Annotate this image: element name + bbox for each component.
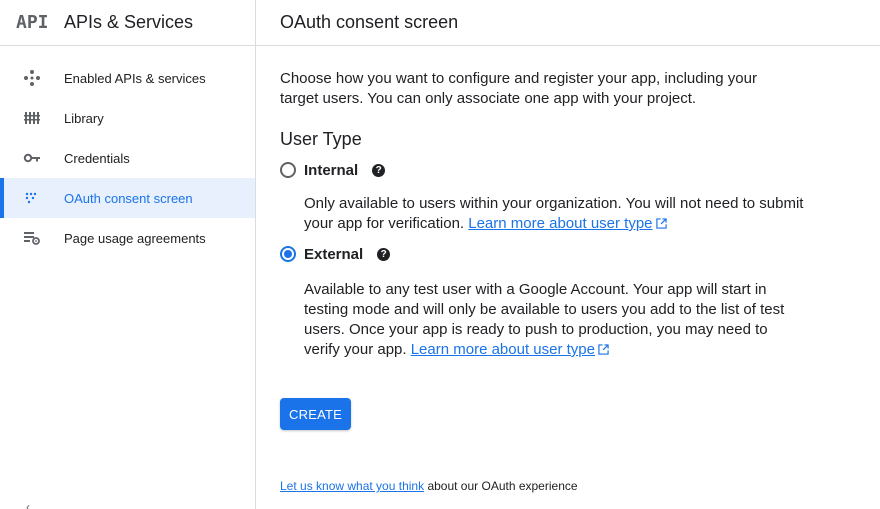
api-logo: API	[16, 12, 49, 33]
sidebar-item-label: Library	[64, 110, 104, 126]
option-internal: Internal ?	[280, 158, 880, 182]
sidebar-title: APIs & Services	[64, 12, 194, 32]
feedback-line: Let us know what you think about our OAu…	[280, 479, 880, 493]
create-button[interactable]: CREATE	[280, 398, 351, 430]
diamond-dots-icon	[23, 69, 41, 87]
sidebar: API APIs & Services Enabled APIs & servi…	[0, 0, 256, 509]
option-external: External ?	[280, 242, 880, 266]
internal-radio[interactable]	[280, 162, 296, 178]
sidebar-item-page-usage[interactable]: Page usage agreements	[0, 218, 255, 258]
internal-description: Only available to users within your orga…	[304, 194, 804, 234]
consent-dots-icon	[23, 189, 41, 207]
sidebar-item-label: Enabled APIs & services	[64, 70, 206, 86]
main-content: Choose how you want to configure and reg…	[256, 69, 880, 493]
sidebar-item-enabled-apis[interactable]: Enabled APIs & services	[0, 58, 255, 98]
internal-label[interactable]: Internal	[304, 162, 358, 179]
feedback-link[interactable]: Let us know what you think	[280, 479, 424, 493]
help-icon[interactable]: ?	[377, 247, 391, 261]
external-link-icon	[655, 218, 667, 229]
intro-text: Choose how you want to configure and reg…	[280, 70, 757, 107]
settings-list-icon	[23, 229, 41, 247]
external-link-icon	[598, 344, 609, 355]
help-icon[interactable]: ?	[372, 163, 386, 177]
learn-more-link[interactable]: Learn more about user type	[411, 341, 595, 358]
sidebar-item-label: Page usage agreements	[64, 230, 206, 246]
collapse-sidebar-icon[interactable]: ‹	[26, 500, 30, 509]
sidebar-nav: Enabled APIs & services Library Credenti…	[0, 46, 255, 258]
external-label[interactable]: External	[304, 246, 363, 263]
external-radio[interactable]	[280, 246, 296, 262]
feedback-text: about our OAuth experience	[427, 479, 578, 493]
library-icon	[23, 109, 41, 127]
sidebar-item-library[interactable]: Library	[0, 98, 255, 138]
main-panel: OAuth consent screen Choose how you want…	[256, 0, 880, 509]
sidebar-item-label: Credentials	[64, 150, 130, 166]
external-description: Available to any test user with a Google…	[304, 280, 804, 360]
main-header: OAuth consent screen	[256, 0, 880, 46]
learn-more-link[interactable]: Learn more about user type	[468, 215, 652, 232]
key-icon	[23, 149, 41, 167]
sidebar-item-credentials[interactable]: Credentials	[0, 138, 255, 178]
page-title: OAuth consent screen	[280, 12, 459, 32]
sidebar-item-oauth-consent[interactable]: OAuth consent screen	[0, 178, 255, 218]
user-type-heading: User Type	[280, 129, 362, 149]
sidebar-item-label: OAuth consent screen	[64, 190, 193, 206]
sidebar-header: API APIs & Services	[0, 0, 255, 46]
